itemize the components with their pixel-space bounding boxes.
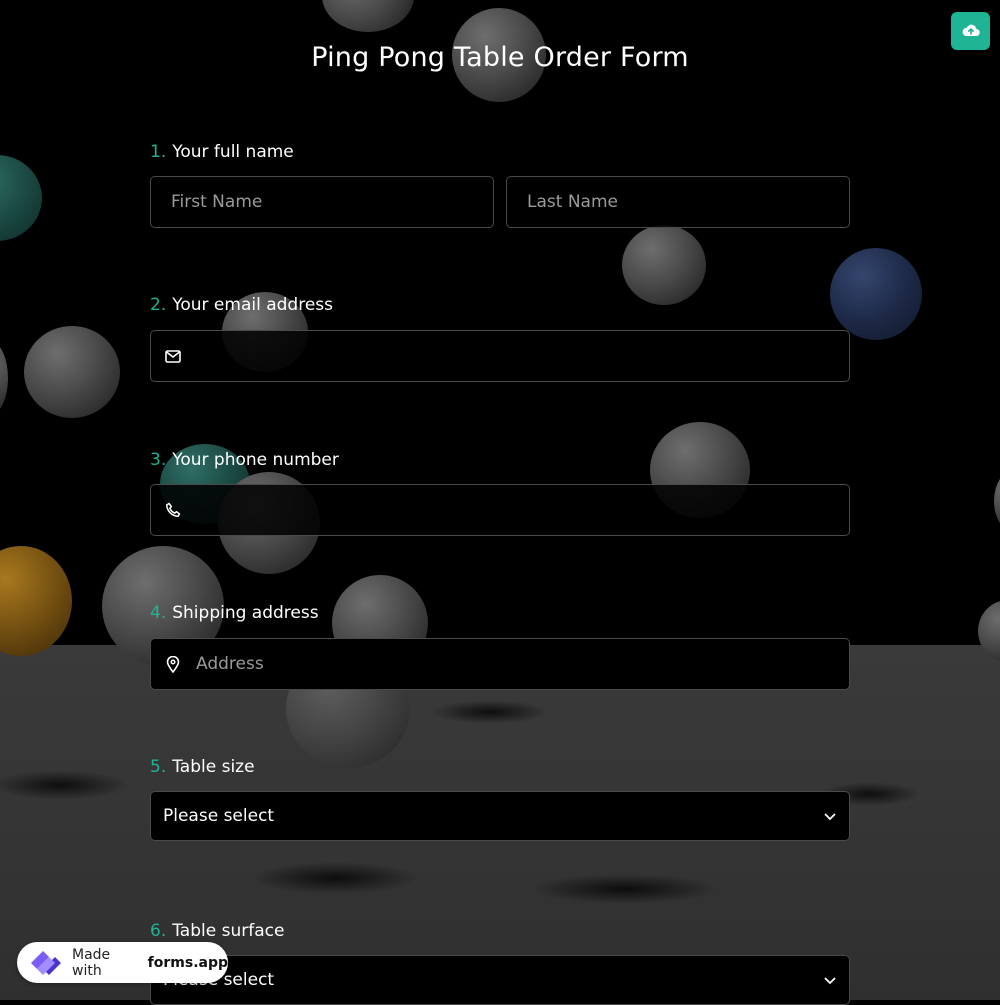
- decor-ball: [0, 155, 42, 241]
- question-phone: 3. Your phone number: [150, 448, 850, 472]
- forms-app-logo-icon: [27, 947, 65, 979]
- question-text: Table surface: [172, 921, 285, 941]
- ball-shadow: [530, 874, 720, 904]
- chevron-down-icon: [823, 970, 837, 990]
- decor-ball: [322, 0, 414, 32]
- table-size-select[interactable]: Please select: [150, 791, 850, 841]
- decor-ball: [0, 340, 8, 416]
- ball-shadow: [250, 862, 420, 894]
- question-table-size: 5. Table size: [150, 755, 850, 779]
- badge-brand: forms.app: [147, 954, 228, 971]
- last-name-input[interactable]: Last Name: [506, 176, 850, 228]
- phone-input[interactable]: [150, 484, 850, 536]
- question-number: 6.: [150, 921, 167, 941]
- address-input[interactable]: Address: [150, 638, 850, 690]
- question-email: 2. Your email address: [150, 293, 850, 317]
- ball-shadow: [430, 700, 550, 724]
- question-full-name: 1. Your full name: [150, 140, 850, 164]
- badge-prefix: Made with: [72, 946, 111, 979]
- first-name-placeholder: First Name: [171, 192, 263, 212]
- question-text: Your full name: [172, 142, 294, 162]
- first-name-input[interactable]: First Name: [150, 176, 494, 228]
- question-label: 1. Your full name: [150, 140, 850, 164]
- phone-icon: [164, 501, 182, 519]
- question-number: 4.: [150, 603, 167, 623]
- decor-ball: [994, 470, 1000, 532]
- question-number: 3.: [150, 450, 167, 470]
- made-with-badge[interactable]: Made with forms.app: [17, 942, 228, 983]
- question-number: 2.: [150, 295, 167, 315]
- cloud-upload-icon: [962, 22, 980, 41]
- question-text: Your phone number: [172, 450, 339, 470]
- upload-button[interactable]: [951, 12, 990, 50]
- question-label: 2. Your email address: [150, 293, 850, 317]
- question-table-surface: 6. Table surface: [150, 919, 850, 943]
- form-title: Ping Pong Table Order Form: [311, 42, 689, 73]
- chevron-down-icon: [823, 806, 837, 826]
- table-size-selected: Please select: [163, 806, 275, 826]
- question-text: Shipping address: [172, 603, 319, 623]
- question-text: Table size: [172, 757, 255, 777]
- question-label: 3. Your phone number: [150, 448, 850, 472]
- envelope-icon: [164, 347, 182, 365]
- decor-ball: [0, 546, 72, 656]
- question-label: 4. Shipping address: [150, 601, 850, 625]
- decor-ball: [24, 326, 120, 418]
- question-number: 5.: [150, 757, 167, 777]
- question-label: 6. Table surface: [150, 919, 850, 943]
- last-name-placeholder: Last Name: [527, 192, 618, 212]
- question-shipping-address: 4. Shipping address: [150, 601, 850, 625]
- location-pin-icon: [164, 655, 182, 673]
- table-surface-select[interactable]: Please select: [150, 955, 850, 1005]
- question-label: 5. Table size: [150, 755, 850, 779]
- question-number: 1.: [150, 142, 167, 162]
- question-text: Your email address: [172, 295, 334, 315]
- email-input[interactable]: [150, 330, 850, 382]
- address-placeholder: Address: [196, 654, 264, 674]
